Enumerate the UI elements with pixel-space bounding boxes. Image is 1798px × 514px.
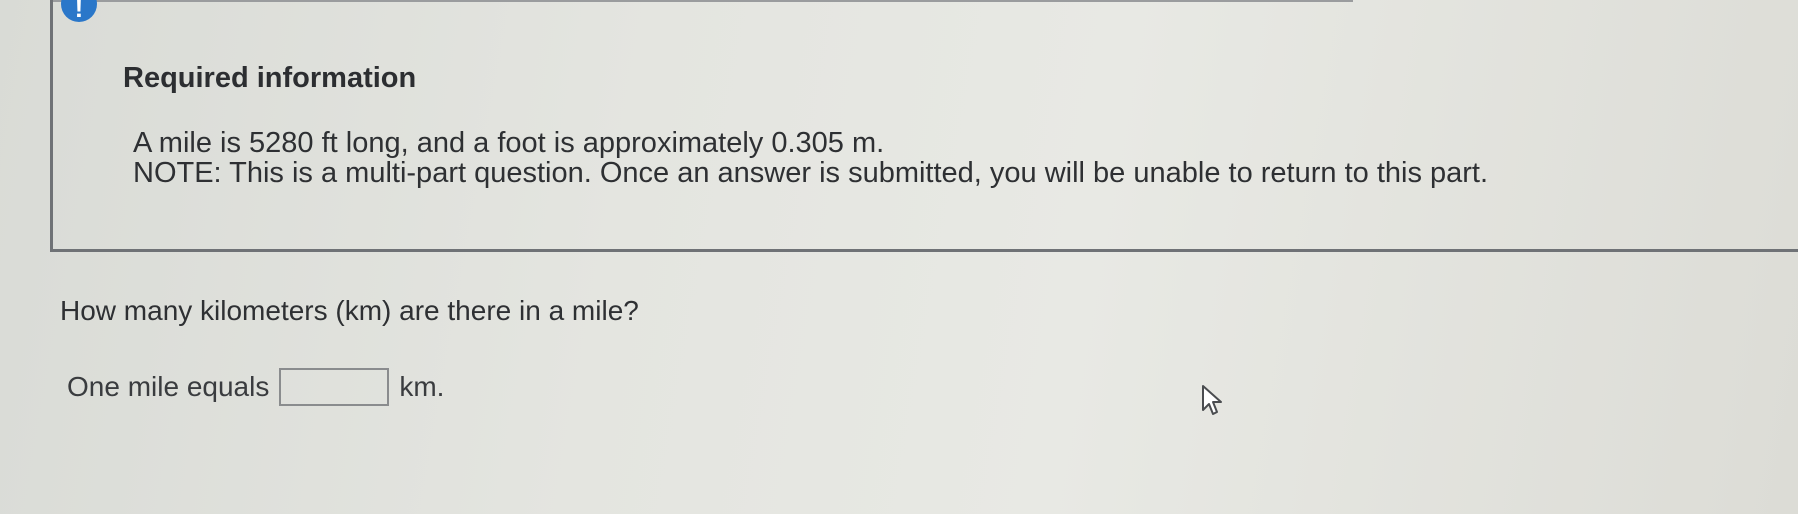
km-answer-input[interactable] — [279, 368, 390, 406]
question-prompt: How many kilometers (km) are there in a … — [60, 295, 639, 326]
multi-part-note-text: NOTE: This is a multi-part question. Onc… — [133, 157, 1489, 189]
answer-row: One mile equals km. — [67, 368, 444, 406]
required-information-heading: Required information — [123, 62, 417, 94]
answer-unit-label: km. — [399, 371, 445, 402]
required-information-panel: ! Required information A mile is 5280 ft… — [50, 0, 1798, 252]
mouse-pointer-icon — [1202, 385, 1222, 415]
alert-icon: ! — [61, 0, 97, 23]
mile-definition-text: A mile is 5280 ft long, and a foot is ap… — [133, 127, 885, 159]
answer-prefix-label: One mile equals — [67, 371, 270, 402]
